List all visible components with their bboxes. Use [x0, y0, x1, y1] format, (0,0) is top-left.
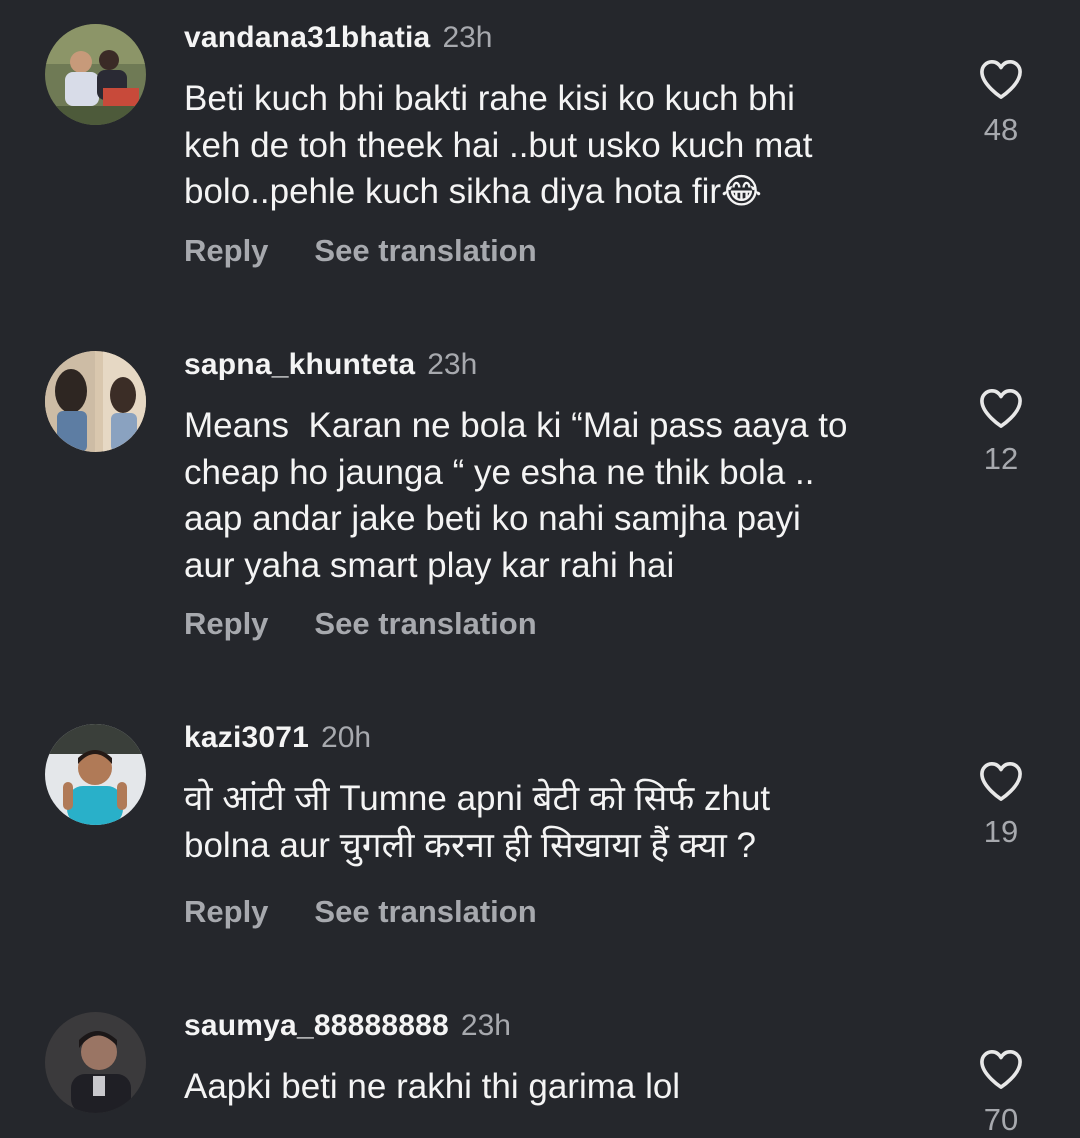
- like-count: 48: [983, 112, 1019, 147]
- reply-button[interactable]: Reply: [184, 606, 268, 641]
- comment-text: वो आंटी जी Tumne apni बेटी को सिर्फ zhut…: [184, 779, 771, 865]
- see-translation-button[interactable]: See translation: [314, 606, 536, 641]
- heart-icon[interactable]: [978, 58, 1024, 100]
- heart-icon[interactable]: [978, 760, 1024, 802]
- timestamp: 20h: [321, 721, 372, 754]
- see-translation-button[interactable]: See translation: [314, 894, 536, 929]
- reply-button[interactable]: Reply: [184, 233, 268, 268]
- username[interactable]: saumya_88888888: [184, 1009, 449, 1042]
- comment-actions: Reply See translation: [184, 892, 537, 932]
- comment-header: kazi3071 20h: [184, 718, 371, 763]
- heart-icon[interactable]: [978, 1048, 1024, 1090]
- avatar[interactable]: [45, 1012, 146, 1113]
- comment-header: sapna_khunteta 23h: [184, 345, 477, 390]
- like-control: 19: [960, 760, 1042, 850]
- comment-header: vandana31bhatia 23h: [184, 18, 493, 63]
- comment-text: Means Karan ne bola ki “Mai pass aaya to…: [184, 406, 848, 585]
- see-translation-button[interactable]: See translation: [314, 233, 536, 268]
- comment-actions: Reply See translation: [184, 231, 537, 271]
- comment-header: saumya_88888888 23h: [184, 1006, 511, 1051]
- heart-icon[interactable]: [978, 387, 1024, 429]
- like-control: 12: [960, 387, 1042, 477]
- username[interactable]: kazi3071: [184, 721, 309, 754]
- reply-button[interactable]: Reply: [184, 894, 268, 929]
- timestamp: 23h: [460, 1009, 511, 1042]
- timestamp: 23h: [442, 21, 493, 54]
- timestamp: 23h: [427, 348, 478, 381]
- username[interactable]: vandana31bhatia: [184, 21, 430, 54]
- avatar[interactable]: [45, 724, 146, 825]
- like-control: 48: [960, 58, 1042, 148]
- avatar[interactable]: [45, 351, 146, 452]
- comment-actions: Reply See translation: [184, 604, 537, 644]
- avatar[interactable]: [45, 24, 146, 125]
- username[interactable]: sapna_khunteta: [184, 348, 415, 381]
- comment-text: Beti kuch bhi bakti rahe kisi ko kuch bh…: [184, 79, 813, 211]
- like-count: 12: [983, 441, 1019, 476]
- like-count: 70: [983, 1102, 1019, 1137]
- comment-text: Aapki beti ne rakhi thi garima lol: [184, 1067, 681, 1106]
- like-count: 19: [983, 814, 1019, 849]
